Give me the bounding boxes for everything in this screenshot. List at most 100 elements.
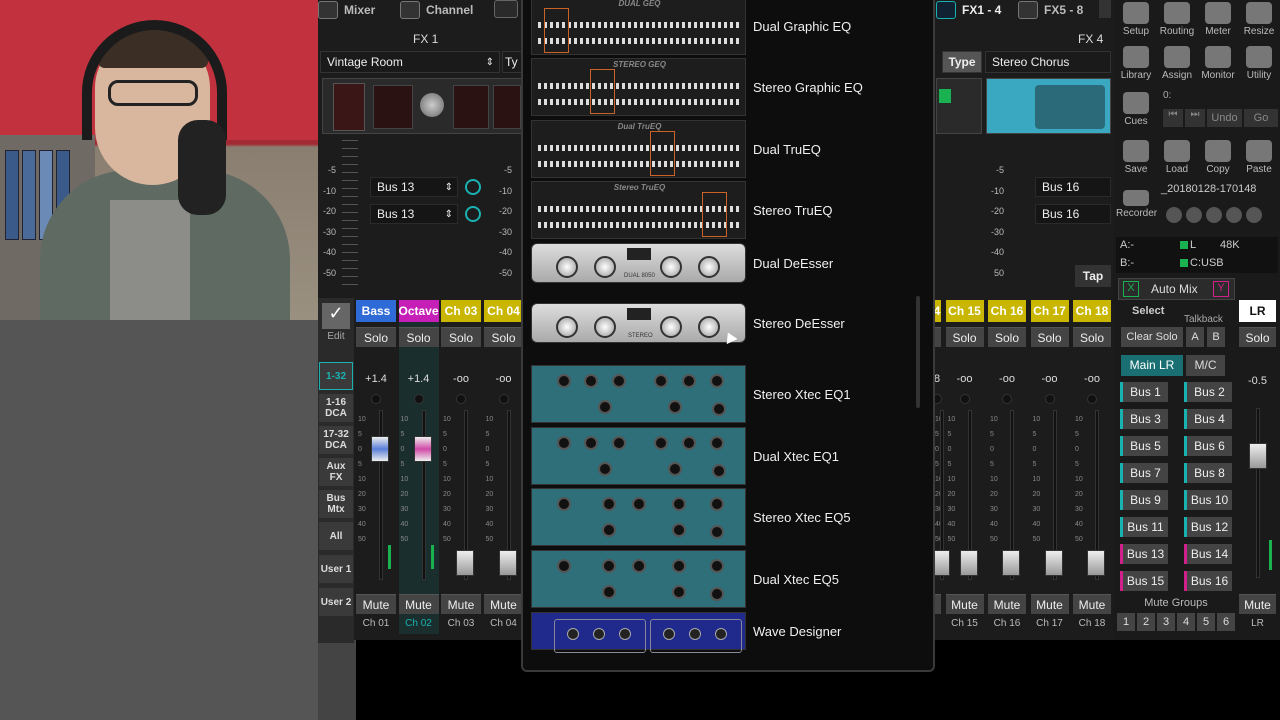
fx-item-stereo-xtec-eq5[interactable]: Stereo Xtec EQ5 xyxy=(531,488,931,549)
play-icon[interactable] xyxy=(1186,207,1202,223)
channel-fader[interactable] xyxy=(959,550,978,576)
bus-3-button[interactable]: Bus 3 xyxy=(1120,409,1168,429)
nav-user1[interactable]: User 1 xyxy=(319,555,353,583)
solo-button[interactable]: Solo xyxy=(441,327,481,347)
channel-fader[interactable] xyxy=(371,436,389,462)
talkback-a-button[interactable]: A xyxy=(1186,327,1204,347)
tool-resize-button[interactable]: Resize xyxy=(1239,2,1279,37)
forward-icon[interactable] xyxy=(1226,207,1242,223)
go-button[interactable]: Go xyxy=(1244,109,1278,127)
load-button[interactable]: Load xyxy=(1157,140,1197,175)
fx1-bus-select-b[interactable]: Bus 13 ⇕ xyxy=(370,204,458,224)
bus-8-button[interactable]: Bus 8 xyxy=(1184,463,1232,483)
fx-item-dual-xtec-eq1[interactable]: Dual Xtec EQ1 xyxy=(531,427,931,488)
fx1-power-icon-a[interactable] xyxy=(465,179,481,195)
fx-item-dual-deesser[interactable]: DUAL 8050 Dual DeEsser xyxy=(531,243,931,304)
nav-all[interactable]: All xyxy=(319,522,353,550)
bus-5-button[interactable]: Bus 5 xyxy=(1120,436,1168,456)
mute-group-1-button[interactable]: 1 xyxy=(1117,613,1135,631)
talkback-b-button[interactable]: B xyxy=(1207,327,1225,347)
channel-fader[interactable] xyxy=(498,550,517,576)
fx-item-stereo-graphic-eq[interactable]: STEREO GEQ Stereo Graphic EQ xyxy=(531,58,931,119)
pan-knob[interactable] xyxy=(498,394,509,404)
solo-button[interactable]: Solo xyxy=(356,327,396,347)
pan-knob[interactable] xyxy=(1044,394,1055,404)
channel-fader[interactable] xyxy=(413,436,432,462)
solo-button[interactable]: Solo xyxy=(483,327,524,347)
bus-13-button[interactable]: Bus 13 xyxy=(1120,544,1168,564)
fx1-type-button[interactable]: Ty xyxy=(502,51,522,73)
bus-1-button[interactable]: Bus 1 xyxy=(1120,382,1168,402)
tab-fx1-4[interactable]: FX1 - 4 xyxy=(936,0,1006,20)
channel-fader[interactable] xyxy=(1044,550,1063,576)
fx1-power-icon-b[interactable] xyxy=(465,206,481,222)
tool-meter-button[interactable]: Meter xyxy=(1198,2,1238,37)
mute-button[interactable]: Mute xyxy=(356,594,396,614)
fx-item-dual-trueq[interactable]: Dual TruEQ Dual TruEQ xyxy=(531,120,931,181)
channel-name[interactable]: Ch 15 xyxy=(945,300,984,322)
prev-cue-icon[interactable]: ⏮ xyxy=(1163,109,1183,127)
undo-button[interactable]: Undo xyxy=(1207,109,1242,127)
nav-1-32[interactable]: 1-32 xyxy=(319,362,353,390)
fx-list-scrollbar[interactable] xyxy=(916,296,920,408)
nav-17-32-dca[interactable]: 17-32 DCA xyxy=(319,426,353,454)
cues-button[interactable]: Cues xyxy=(1116,92,1156,127)
solo-button[interactable]: Solo xyxy=(1030,327,1069,347)
tool-setup-button[interactable]: Setup xyxy=(1116,2,1156,37)
fx1-preset-select[interactable]: Vintage Room ⇕ xyxy=(320,51,500,73)
bus-15-button[interactable]: Bus 15 xyxy=(1120,571,1168,591)
solo-button[interactable]: Solo xyxy=(398,327,439,347)
automix-label[interactable]: Auto Mix xyxy=(1151,282,1198,296)
pan-knob[interactable] xyxy=(456,394,466,404)
bus-2-button[interactable]: Bus 2 xyxy=(1184,382,1232,402)
mute-button[interactable]: Mute xyxy=(1073,594,1111,614)
nav-bus-mtx[interactable]: Bus Mtx xyxy=(319,490,353,518)
save-button[interactable]: Save xyxy=(1116,140,1156,175)
mute-button[interactable]: Mute xyxy=(398,594,439,614)
bus-7-button[interactable]: Bus 7 xyxy=(1120,463,1168,483)
pan-knob[interactable] xyxy=(413,394,424,404)
tab-scroll-right[interactable] xyxy=(1099,0,1111,18)
bus-12-button[interactable]: Bus 12 xyxy=(1184,517,1232,537)
record-icon[interactable] xyxy=(1246,207,1262,223)
tool-monitor-button[interactable]: Monitor xyxy=(1198,46,1238,81)
fx3-thumbnail[interactable] xyxy=(936,78,982,134)
tab-extra[interactable] xyxy=(494,0,518,18)
nav-user2[interactable]: User 2 xyxy=(319,588,353,616)
nav-1-16-dca[interactable]: 1-16 DCA xyxy=(319,394,353,422)
channel-name[interactable]: Ch 04 xyxy=(483,300,524,322)
recorder-button[interactable]: Recorder xyxy=(1116,190,1157,219)
pan-knob[interactable] xyxy=(1002,394,1012,404)
lr-solo-button[interactable]: Solo xyxy=(1239,327,1276,347)
mute-button[interactable]: Mute xyxy=(945,594,984,614)
lr-mute-button[interactable]: Mute xyxy=(1239,594,1276,614)
next-cue-icon[interactable]: ⏭ xyxy=(1185,109,1205,127)
pan-knob[interactable] xyxy=(1087,394,1097,404)
mute-button[interactable]: Mute xyxy=(483,594,524,614)
channel-name[interactable]: Octave xyxy=(398,300,439,322)
channel-fader[interactable] xyxy=(456,550,474,576)
lr-fader[interactable] xyxy=(1249,443,1267,469)
bus-9-button[interactable]: Bus 9 xyxy=(1120,490,1168,510)
solo-button[interactable]: Solo xyxy=(945,327,984,347)
pan-knob[interactable] xyxy=(371,394,381,404)
bus-14-button[interactable]: Bus 14 xyxy=(1184,544,1232,564)
channel-name[interactable]: Ch 17 xyxy=(1030,300,1069,322)
channel-fader[interactable] xyxy=(1087,550,1105,576)
bus-11-button[interactable]: Bus 11 xyxy=(1120,517,1168,537)
main-lr-button[interactable]: Main LR xyxy=(1121,355,1183,376)
lr-name[interactable]: LR xyxy=(1239,300,1276,322)
automix-x-button[interactable]: X xyxy=(1123,281,1139,297)
paste-button[interactable]: Paste xyxy=(1239,140,1279,175)
channel-name[interactable]: Ch 03 xyxy=(441,300,481,322)
fx-item-dual-xtec-eq5[interactable]: Dual Xtec EQ5 xyxy=(531,550,931,611)
fx4-thumbnail[interactable] xyxy=(986,78,1111,134)
tab-fx5-8[interactable]: FX5 - 8 xyxy=(1018,0,1108,20)
tool-assign-button[interactable]: Assign xyxy=(1157,46,1197,81)
channel-name[interactable]: Bass xyxy=(356,300,396,322)
mute-button[interactable]: Mute xyxy=(1030,594,1069,614)
mute-group-6-button[interactable]: 6 xyxy=(1217,613,1235,631)
solo-button[interactable]: Solo xyxy=(988,327,1026,347)
mute-button[interactable]: Mute xyxy=(441,594,481,614)
solo-button[interactable]: Solo xyxy=(1073,327,1111,347)
